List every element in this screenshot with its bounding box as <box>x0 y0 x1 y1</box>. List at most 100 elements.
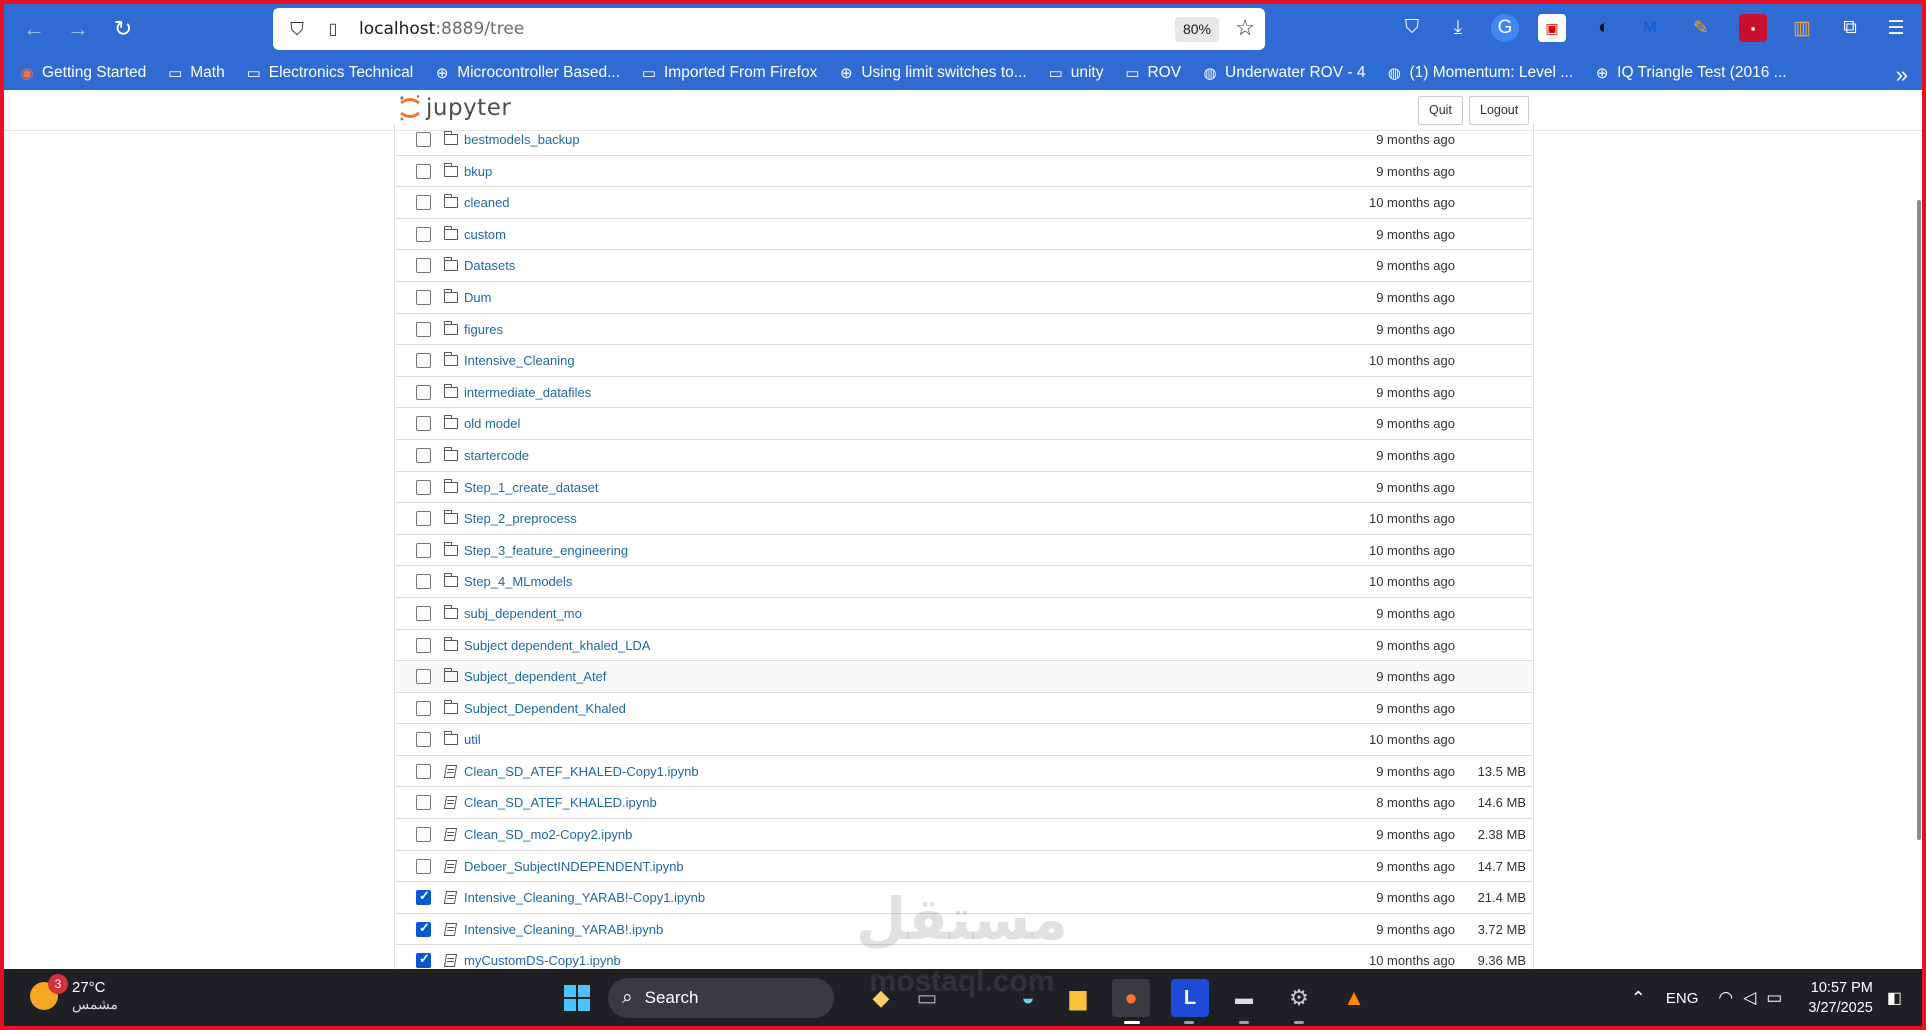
file-name-link[interactable]: Clean_SD_mo2-Copy2.ipynb <box>464 827 632 842</box>
bookmark-item[interactable]: ▭ unity <box>1047 64 1104 82</box>
pocket-icon[interactable]: ⛉ <box>1398 14 1426 42</box>
row-checkbox[interactable] <box>416 795 431 811</box>
taskbar-search[interactable]: ⌕ Search <box>608 978 834 1018</box>
file-name-link[interactable]: custom <box>464 227 506 242</box>
file-name-link[interactable]: startercode <box>464 448 529 463</box>
file-name-link[interactable]: Deboer_SubjectINDEPENDENT.ipynb <box>464 859 684 874</box>
chevron-up-icon[interactable]: ⌃ <box>1631 988 1646 1009</box>
zoom-badge[interactable]: 80% <box>1174 17 1219 42</box>
folder-row[interactable]: startercode 9 months ago <box>395 440 1533 472</box>
row-checkbox[interactable] <box>416 195 431 211</box>
row-checkbox[interactable] <box>416 321 431 337</box>
bookmark-item[interactable]: ▭ ROV <box>1123 64 1181 82</box>
quit-button[interactable]: Quit <box>1418 96 1463 125</box>
extension-red-icon[interactable]: ▪ <box>1739 14 1767 42</box>
file-name-link[interactable]: old model <box>464 416 520 431</box>
language-indicator[interactable]: ENG <box>1666 990 1699 1007</box>
back-button[interactable]: ← <box>15 10 53 48</box>
file-name-link[interactable]: Subject_dependent_Atef <box>464 669 606 684</box>
file-name-link[interactable]: Subject dependent_khaled_LDA <box>464 638 650 653</box>
folder-row[interactable]: Step_4_MLmodels 10 months ago <box>395 566 1533 598</box>
notebook-row[interactable]: Clean_SD_ATEF_KHALED-Copy1.ipynb 9 months… <box>395 756 1533 788</box>
folder-row[interactable]: Subject dependent_khaled_LDA 9 months ago <box>395 630 1533 662</box>
row-checkbox[interactable] <box>416 226 431 242</box>
row-checkbox[interactable] <box>416 258 431 274</box>
bookmark-star-icon[interactable]: ☆ <box>1235 15 1255 41</box>
row-checkbox[interactable] <box>416 416 431 432</box>
row-checkbox[interactable] <box>416 858 431 874</box>
folder-row[interactable]: intermediate_datafiles 9 months ago <box>395 377 1533 409</box>
battery-icon[interactable]: ▭ <box>1766 988 1782 1008</box>
google-extension-icon[interactable]: G <box>1491 14 1519 42</box>
folder-row[interactable]: bestmodels_backup 9 months ago <box>395 124 1533 156</box>
file-name-link[interactable]: Subject_Dependent_Khaled <box>464 701 626 716</box>
app-l-icon[interactable]: L <box>1171 979 1209 1017</box>
clock[interactable]: 10:57 PM 3/27/2025 <box>1808 978 1873 1018</box>
row-checkbox[interactable] <box>416 827 431 843</box>
row-checkbox[interactable] <box>416 763 431 779</box>
row-checkbox[interactable] <box>416 511 431 527</box>
folder-row[interactable]: cleaned 10 months ago <box>395 187 1533 219</box>
row-checkbox[interactable] <box>416 669 431 685</box>
jupyter-logo[interactable]: jupyter <box>398 94 511 122</box>
extension-m-icon[interactable]: M <box>1636 14 1664 42</box>
file-name-link[interactable]: figures <box>464 322 503 337</box>
row-checkbox[interactable] <box>416 353 431 369</box>
extension-icon[interactable]: ▣ <box>1538 14 1566 42</box>
extension-ring-icon[interactable]: ◐ <box>1590 14 1618 42</box>
menu-icon[interactable]: ☰ <box>1882 14 1910 42</box>
row-checkbox[interactable] <box>416 920 431 937</box>
folder-row[interactable]: Intensive_Cleaning 10 months ago <box>395 345 1533 377</box>
file-name-link[interactable]: Intensive_Cleaning_YARAB!.ipynb <box>464 922 663 937</box>
row-checkbox[interactable] <box>416 447 431 463</box>
bookmark-item[interactable]: ◍ (1) Momentum: Level ... <box>1385 64 1573 82</box>
file-name-link[interactable]: subj_dependent_mo <box>464 606 582 621</box>
terminal-icon[interactable]: ▬ <box>1225 979 1263 1017</box>
file-name-link[interactable]: Clean_SD_ATEF_KHALED-Copy1.ipynb <box>464 764 699 779</box>
notifications-icon[interactable]: ◧ <box>1887 988 1902 1008</box>
file-name-link[interactable]: Step_4_MLmodels <box>464 574 572 589</box>
forward-button[interactable]: → <box>59 10 97 48</box>
row-checkbox[interactable] <box>416 700 431 716</box>
downloads-icon[interactable]: ⤓ <box>1444 14 1472 42</box>
row-checkbox[interactable] <box>416 132 431 147</box>
row-checkbox[interactable] <box>416 289 431 305</box>
folder-row[interactable]: custom 9 months ago <box>395 219 1533 251</box>
file-name-link[interactable]: bkup <box>464 164 492 179</box>
folder-row[interactable]: figures 9 months ago <box>395 314 1533 346</box>
file-name-link[interactable]: Datasets <box>464 258 515 273</box>
folder-row[interactable]: subj_dependent_mo 9 months ago <box>395 598 1533 630</box>
file-name-link[interactable]: Intensive_Cleaning_YARAB!-Copy1.ipynb <box>464 890 705 905</box>
bookmark-item[interactable]: ▭ Math <box>166 64 225 82</box>
vlc-icon[interactable]: ▲ <box>1335 979 1373 1017</box>
notebook-row[interactable]: Clean_SD_mo2-Copy2.ipynb 9 months ago 2.38… <box>395 819 1533 851</box>
bookmark-item[interactable]: ▭ Imported From Firefox <box>640 64 817 82</box>
file-name-link[interactable]: Step_2_preprocess <box>464 511 577 526</box>
file-name-link[interactable]: intermediate_datafiles <box>464 385 591 400</box>
row-checkbox[interactable] <box>416 479 431 495</box>
weather-widget[interactable]: 3 27°C مشمس <box>30 974 118 1013</box>
file-name-link[interactable]: Dum <box>464 290 491 305</box>
settings-gear-icon[interactable]: ⚙ <box>1280 979 1318 1017</box>
scrollbar-thumb[interactable] <box>1917 200 1921 840</box>
row-checkbox[interactable] <box>416 888 431 906</box>
file-name-link[interactable]: Intensive_Cleaning <box>464 353 575 368</box>
bookmark-item[interactable]: ◉ Getting Started <box>18 64 146 82</box>
bookmarks-overflow-icon[interactable]: » <box>1896 62 1908 88</box>
folder-row[interactable]: Step_3_feature_engineering 10 months ago <box>395 535 1533 567</box>
address-bar[interactable]: ⛉ ▯ localhost:8889/tree 80% ☆ <box>273 8 1265 50</box>
file-name-link[interactable]: cleaned <box>464 195 510 210</box>
notebook-row[interactable]: Deboer_SubjectINDEPENDENT.ipynb 9 months … <box>395 851 1533 883</box>
folder-row[interactable]: bkup 9 months ago <box>395 156 1533 188</box>
folder-row[interactable]: Subject_dependent_Atef 9 months ago <box>395 661 1533 693</box>
page-info-icon[interactable]: ▯ <box>321 19 345 39</box>
shield-icon[interactable]: ⛉ <box>285 19 309 40</box>
bookmark-item[interactable]: ⊕ IQ Triangle Test (2016 ... <box>1593 64 1787 82</box>
notebook-row[interactable]: Clean_SD_ATEF_KHALED.ipynb 8 months ago 14… <box>395 787 1533 820</box>
row-checkbox[interactable] <box>416 542 431 558</box>
volume-icon[interactable]: ◁ <box>1743 988 1756 1008</box>
url-text[interactable]: localhost:8889/tree <box>359 19 524 39</box>
row-checkbox[interactable] <box>416 605 431 621</box>
file-name-link[interactable]: myCustomDS-Copy1.ipynb <box>464 953 621 968</box>
file-name-link[interactable]: Step_1_create_dataset <box>464 480 598 495</box>
